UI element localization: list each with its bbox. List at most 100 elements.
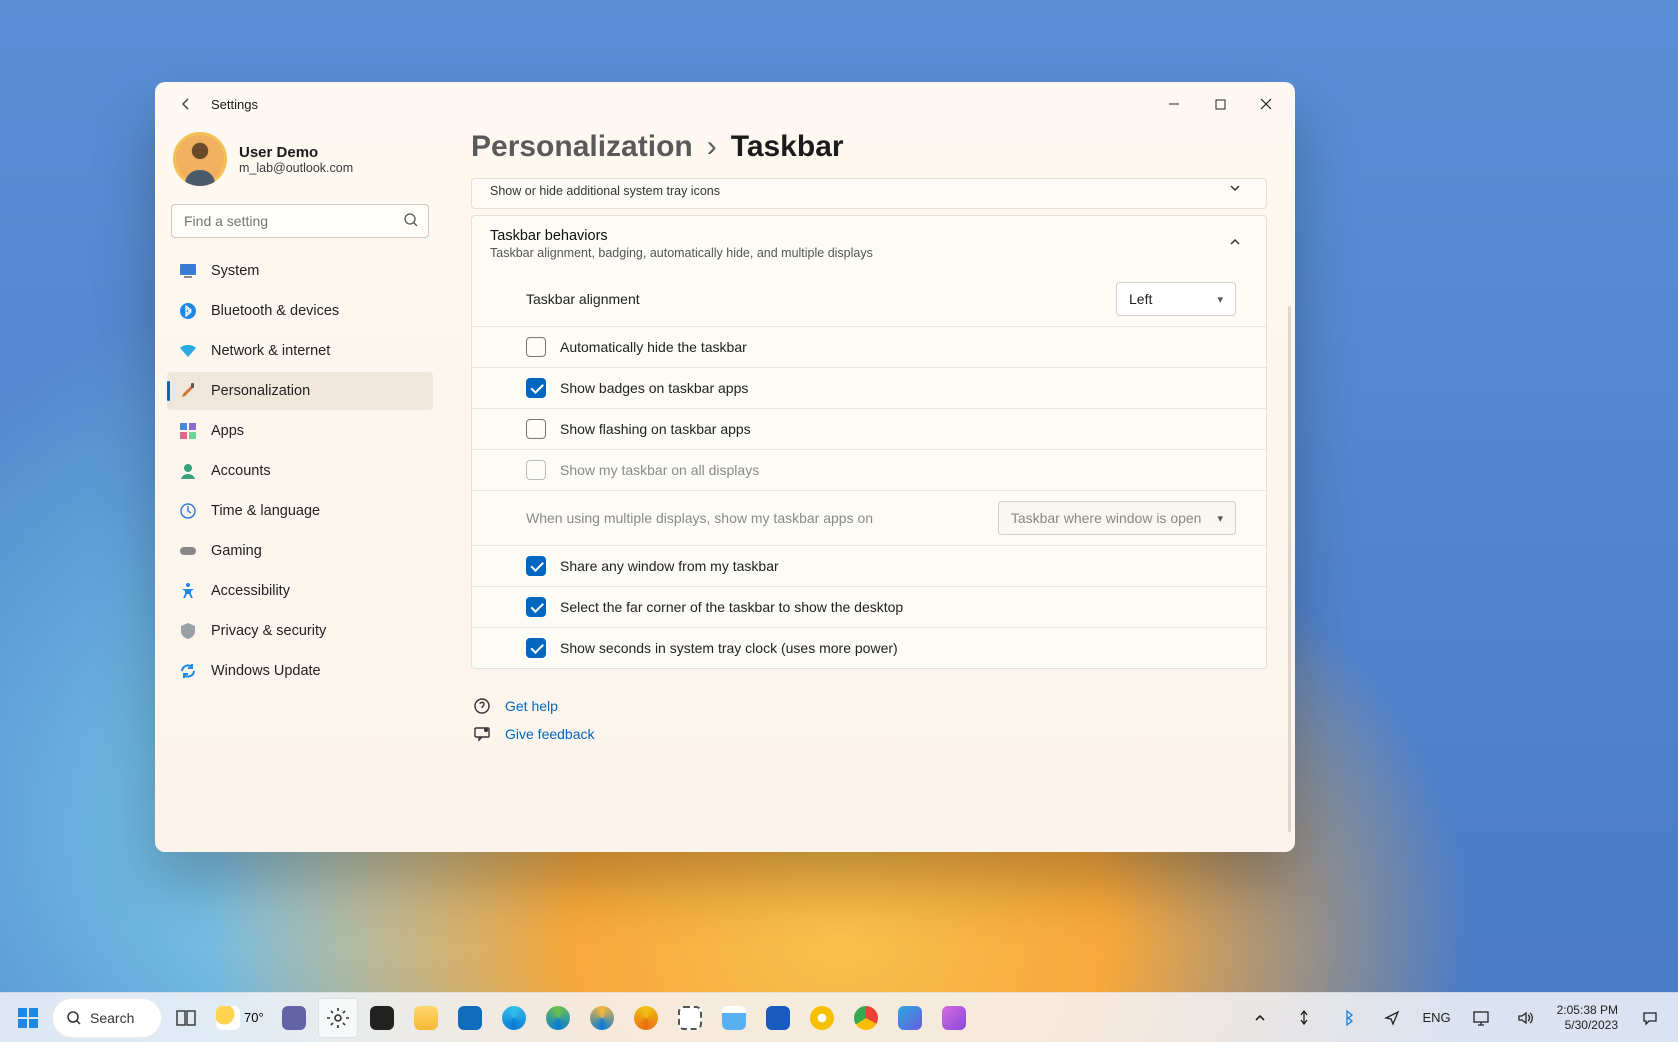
row-taskbar-alignment: Taskbar alignment Left ▾ bbox=[472, 272, 1266, 326]
tray-overflow[interactable] bbox=[1240, 998, 1280, 1038]
notification-icon bbox=[1641, 1009, 1659, 1027]
link-label: Give feedback bbox=[505, 726, 595, 742]
taskbar-app-edge-beta[interactable] bbox=[538, 998, 578, 1038]
row-multi-display-apps: When using multiple displays, show my ta… bbox=[472, 490, 1266, 545]
weather-temp: 70° bbox=[244, 1010, 264, 1025]
row-show-all-displays: Show my taskbar on all displays bbox=[472, 449, 1266, 490]
taskbar-app-terminal[interactable] bbox=[362, 998, 402, 1038]
app-icon bbox=[942, 1006, 966, 1030]
tray-volume[interactable] bbox=[1505, 998, 1545, 1038]
wifi-icon bbox=[179, 342, 197, 360]
sidebar-item-label: Time & language bbox=[211, 503, 320, 519]
close-button[interactable] bbox=[1243, 88, 1289, 120]
sidebar-item-system[interactable]: System bbox=[167, 252, 433, 290]
back-button[interactable] bbox=[171, 89, 201, 119]
row-show-flashing[interactable]: Show flashing on taskbar apps bbox=[472, 408, 1266, 449]
sidebar-item-network[interactable]: Network & internet bbox=[167, 332, 433, 370]
checkbox[interactable] bbox=[526, 597, 546, 617]
setting-label: Share any window from my taskbar bbox=[560, 558, 779, 574]
windows-taskbar: Search 70° bbox=[0, 992, 1678, 1042]
location-icon bbox=[1384, 1010, 1400, 1026]
taskbar-alignment-dropdown[interactable]: Left ▾ bbox=[1116, 282, 1236, 316]
give-feedback-link[interactable]: Give feedback bbox=[473, 725, 1267, 743]
sidebar-item-accessibility[interactable]: Accessibility bbox=[167, 572, 433, 610]
sidebar-item-accounts[interactable]: Accounts bbox=[167, 452, 433, 490]
sidebar-item-apps[interactable]: Apps bbox=[167, 412, 433, 450]
sidebar-item-gaming[interactable]: Gaming bbox=[167, 532, 433, 570]
minimize-icon bbox=[1168, 98, 1180, 110]
sidebar-item-bluetooth[interactable]: Bluetooth & devices bbox=[167, 292, 433, 330]
maximize-button[interactable] bbox=[1197, 88, 1243, 120]
scrollbar[interactable] bbox=[1288, 306, 1291, 832]
settings-window: Settings User Demo m_lab@outlook.com bbox=[155, 82, 1295, 852]
bluetooth-icon bbox=[179, 302, 197, 320]
chevron-down-icon: ▾ bbox=[1217, 512, 1223, 525]
sidebar-item-personalization[interactable]: Personalization bbox=[167, 372, 433, 410]
checkbox[interactable] bbox=[526, 337, 546, 357]
row-auto-hide-taskbar[interactable]: Automatically hide the taskbar bbox=[472, 326, 1266, 367]
taskbar-app-outlook[interactable] bbox=[450, 998, 490, 1038]
chrome-canary-icon bbox=[810, 1006, 834, 1030]
taskbar-app-edge-canary[interactable] bbox=[626, 998, 666, 1038]
taskbar-weather[interactable]: 70° bbox=[210, 998, 270, 1038]
search-input[interactable] bbox=[171, 204, 429, 238]
checkbox[interactable] bbox=[526, 638, 546, 658]
globe-clock-icon bbox=[179, 502, 197, 520]
tray-location[interactable] bbox=[1372, 998, 1412, 1038]
profile-block[interactable]: User Demo m_lab@outlook.com bbox=[167, 126, 433, 198]
section-header[interactable]: Taskbar behaviors Taskbar alignment, bad… bbox=[472, 216, 1266, 272]
sidebar-item-label: Bluetooth & devices bbox=[211, 303, 339, 319]
feedback-icon bbox=[473, 725, 491, 743]
taskbar-app-snipping[interactable] bbox=[670, 998, 710, 1038]
checkbox[interactable] bbox=[526, 378, 546, 398]
get-help-link[interactable]: Get help bbox=[473, 697, 1267, 715]
breadcrumb: Personalization › Taskbar bbox=[471, 130, 1267, 178]
folder-icon bbox=[414, 1006, 438, 1030]
sidebar-item-windows-update[interactable]: Windows Update bbox=[167, 652, 433, 690]
taskbar-app-edge-dev[interactable] bbox=[582, 998, 622, 1038]
taskbar-app-generic-1[interactable] bbox=[890, 998, 930, 1038]
taskbar-app-edge[interactable] bbox=[494, 998, 534, 1038]
sidebar-item-label: Accounts bbox=[211, 463, 271, 479]
sidebar-item-label: Gaming bbox=[211, 543, 262, 559]
sidebar-item-privacy[interactable]: Privacy & security bbox=[167, 612, 433, 650]
taskbar-app-settings[interactable] bbox=[318, 998, 358, 1038]
network-icon bbox=[1472, 1009, 1490, 1027]
checkbox[interactable] bbox=[526, 556, 546, 576]
taskbar-app-chrome[interactable] bbox=[846, 998, 886, 1038]
minimize-button[interactable] bbox=[1151, 88, 1197, 120]
taskbar-app-word[interactable] bbox=[758, 998, 798, 1038]
taskbar-app-generic-2[interactable] bbox=[934, 998, 974, 1038]
shield-icon bbox=[179, 622, 197, 640]
start-button[interactable] bbox=[8, 998, 48, 1038]
checkbox[interactable] bbox=[526, 419, 546, 439]
tray-network[interactable] bbox=[1461, 998, 1501, 1038]
gamepad-icon bbox=[179, 542, 197, 560]
tray-usb[interactable] bbox=[1284, 998, 1324, 1038]
tray-language[interactable]: ENG bbox=[1416, 998, 1456, 1038]
section-other-system-tray-icons[interactable]: Show or hide additional system tray icon… bbox=[471, 178, 1267, 209]
chrome-icon bbox=[854, 1006, 878, 1030]
chevron-down-icon: ▾ bbox=[1217, 293, 1223, 306]
arrow-left-icon bbox=[178, 96, 194, 112]
taskbar-search[interactable]: Search bbox=[52, 998, 162, 1038]
sidebar-item-time-language[interactable]: Time & language bbox=[167, 492, 433, 530]
taskbar-task-view[interactable] bbox=[166, 998, 206, 1038]
titlebar: Settings bbox=[155, 82, 1295, 126]
taskbar-app-chrome-canary[interactable] bbox=[802, 998, 842, 1038]
breadcrumb-parent[interactable]: Personalization bbox=[471, 130, 693, 164]
tray-clock[interactable]: 2:05:38 PM 5/30/2023 bbox=[1549, 998, 1626, 1038]
row-show-badges[interactable]: Show badges on taskbar apps bbox=[472, 367, 1266, 408]
update-icon bbox=[179, 662, 197, 680]
taskbar-app-explorer[interactable] bbox=[406, 998, 446, 1038]
tray-notifications[interactable] bbox=[1630, 998, 1670, 1038]
taskbar-app-teams[interactable] bbox=[274, 998, 314, 1038]
setting-label: Show badges on taskbar apps bbox=[560, 380, 748, 396]
tray-bluetooth[interactable] bbox=[1328, 998, 1368, 1038]
taskbar-app-notepad[interactable] bbox=[714, 998, 754, 1038]
sidebar-item-label: Apps bbox=[211, 423, 244, 439]
row-far-corner-desktop[interactable]: Select the far corner of the taskbar to … bbox=[472, 586, 1266, 627]
row-show-seconds-clock[interactable]: Show seconds in system tray clock (uses … bbox=[472, 627, 1266, 668]
notepad-icon bbox=[722, 1006, 746, 1030]
row-share-window[interactable]: Share any window from my taskbar bbox=[472, 545, 1266, 586]
